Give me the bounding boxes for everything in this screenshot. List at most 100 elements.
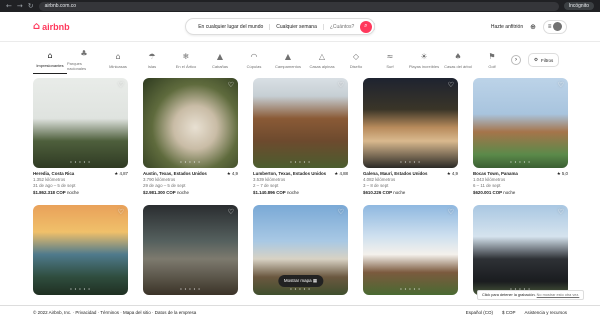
listing-price: $610.226 COP noche <box>363 190 458 196</box>
listing-photo[interactable]: ♡ • • • • • <box>143 204 238 295</box>
category-treehouse[interactable]: ♠ Casas del árbol <box>441 46 475 74</box>
footer-links[interactable]: © 2022 Airbnb, Inc. · Privacidad · Térmi… <box>33 310 196 315</box>
incognito-badge[interactable]: Incógnito <box>563 2 594 10</box>
price-unit: noche <box>393 189 406 195</box>
heart-icon[interactable]: ♡ <box>228 208 234 216</box>
heart-icon[interactable]: ♡ <box>558 81 564 89</box>
heart-icon[interactable]: ♡ <box>338 81 344 89</box>
heart-icon[interactable]: ♡ <box>448 81 454 89</box>
listing-card[interactable]: ♡ • • • • • <box>33 204 128 295</box>
support-link[interactable]: Asistencia y recursos <box>524 310 567 315</box>
show-map-button[interactable]: Mostrar mapa ▦ <box>277 274 324 287</box>
category-dome[interactable]: ◠ Cúpulas <box>237 46 271 74</box>
listing-card[interactable]: ♡ • • • • • Galena, Maurí, Estados Unidos ★… <box>363 78 458 196</box>
design-icon: ◇ <box>352 51 360 61</box>
tree-icon: ♣ <box>80 49 88 58</box>
category-tent[interactable]: ▲ Campamentos <box>271 46 305 74</box>
star-icon: ★ <box>446 171 451 176</box>
category-label: Minicasas <box>109 63 127 69</box>
language-selector[interactable]: Español (CO) <box>466 310 493 315</box>
category-label: Islas <box>147 63 157 69</box>
category-beach[interactable]: ☀ Playas increíbles <box>407 46 441 74</box>
listing-card[interactable]: ♡ • • • • • <box>143 204 238 295</box>
host-link[interactable]: Hazte anfitrión <box>491 24 523 30</box>
map-icon: ▦ <box>312 277 318 283</box>
search-week[interactable]: Cualquier semana <box>270 23 324 30</box>
star-icon: ★ <box>114 171 119 176</box>
price-unit: noche <box>176 189 189 195</box>
category-golf[interactable]: ⚑ Golf <box>475 46 509 74</box>
carousel-dots: • • • • • <box>180 285 201 291</box>
search-guests[interactable]: ¿Cuántos? <box>324 24 360 30</box>
listing-photo[interactable]: ♡ • • • • • <box>33 78 128 168</box>
currency-selector[interactable]: $ COP <box>502 310 516 315</box>
listing-photo[interactable]: ♡ • • • • • <box>33 204 128 295</box>
category-snowflake[interactable]: ❄ En el Ártico <box>169 46 203 74</box>
tiny-home-icon: ⌂ <box>115 51 121 61</box>
cabin-icon: ▲ <box>216 51 224 61</box>
listing-card[interactable]: ♡ • • • • • <box>473 204 568 295</box>
airbnb-logo[interactable]: ⌂ airbnb <box>33 21 70 32</box>
heart-icon[interactable]: ♡ <box>228 81 234 89</box>
listing-photo[interactable]: ♡ • • • • • <box>473 204 568 295</box>
category-island[interactable]: ☂ Islas <box>135 46 169 74</box>
category-surf[interactable]: ≈ Surf <box>373 46 407 74</box>
browser-chrome: ← → ↻ airbnb.com.co Incógnito <box>0 0 600 12</box>
category-pool[interactable]: ⌂ Impresionantes <box>33 46 67 74</box>
recording-tooltip: Click para detener la grabación. No most… <box>477 290 585 300</box>
user-menu-button[interactable]: ≡ <box>542 19 567 34</box>
back-icon[interactable]: ← <box>6 2 12 10</box>
search-button[interactable]: ⌕ <box>360 20 375 33</box>
category-label: Cabañas <box>211 63 228 69</box>
category-tree[interactable]: ♣ Parques nacionales <box>67 46 101 74</box>
tooltip-link[interactable]: No mostrar esto otra vez. <box>537 293 580 297</box>
treehouse-icon: ♠ <box>454 51 462 61</box>
price-value: $620.001 COP <box>473 189 503 195</box>
heart-icon[interactable]: ♡ <box>118 81 124 89</box>
listing-photo[interactable]: ♡ • • • • • <box>473 78 568 168</box>
listing-info: Bocas Town, Panama ★ 5,0 1.043 kilómetros 6… <box>473 168 568 196</box>
category-design[interactable]: ◇ Diseño <box>339 46 373 74</box>
forward-icon[interactable]: → <box>17 2 23 10</box>
price-unit: noche <box>503 189 516 195</box>
filters-button[interactable]: ⚙ Filtros <box>528 53 560 67</box>
category-tiny-home[interactable]: ⌂ Minicasas <box>101 46 135 74</box>
price-value: $1.140.896 COP <box>253 189 286 195</box>
search-bar[interactable]: En cualquier lugar del mundo Cualquier s… <box>185 18 376 35</box>
tent-icon: ▲ <box>284 51 292 61</box>
heart-icon[interactable]: ♡ <box>118 208 124 216</box>
snowflake-icon: ❄ <box>182 51 190 61</box>
rating-value: 4,9 <box>451 171 458 176</box>
heart-icon[interactable]: ♡ <box>338 208 344 216</box>
listing-card[interactable]: ♡ • • • • • Lumberton, Texas, Estados Unid… <box>253 78 348 196</box>
listing-photo[interactable]: ♡ • • • • • <box>363 204 458 295</box>
site-header: ⌂ airbnb En cualquier lugar del mundo Cu… <box>0 12 600 42</box>
show-map-label: Mostrar mapa <box>283 277 312 283</box>
listing-card[interactable]: ♡ • • • • • <box>363 204 458 295</box>
category-label: Surf <box>386 63 394 69</box>
heart-icon[interactable]: ♡ <box>448 208 454 216</box>
address-bar[interactable]: airbnb.com.co <box>38 1 559 11</box>
search-location[interactable]: En cualquier lugar del mundo <box>192 23 271 30</box>
listing-card[interactable]: ♡ • • • • • Heredia, Costa Rica ★ 4,87 1.352… <box>33 78 128 196</box>
listing-photo[interactable]: ♡ • • • • • <box>253 78 348 168</box>
listing-rating: ★ 4,9 <box>447 171 458 177</box>
carousel-dots: • • • • • <box>290 159 311 164</box>
a-frame-icon: △ <box>318 51 326 61</box>
category-label: Playas increíbles <box>408 63 440 69</box>
globe-icon[interactable]: ⊕ <box>530 23 536 31</box>
category-a-frame[interactable]: △ Casas alpinas <box>305 46 339 74</box>
category-next-button[interactable]: › <box>511 55 521 65</box>
star-icon: ★ <box>226 171 231 176</box>
reload-icon[interactable]: ↻ <box>28 2 34 10</box>
category-label: Impresionantes <box>36 63 64 68</box>
listing-photo[interactable]: ♡ • • • • • <box>143 78 238 168</box>
listing-photo[interactable]: ♡ • • • • • <box>363 78 458 168</box>
listing-card[interactable]: ♡ • • • • • Bocas Town, Panama ★ 5,0 1.043 k… <box>473 78 568 196</box>
heart-icon[interactable]: ♡ <box>558 208 564 216</box>
listing-card[interactable]: ♡ • • • • • Mostrar mapa ▦ <box>253 204 348 295</box>
listing-card[interactable]: ♡ • • • • • Austin, Texas, Estados Unidos ★… <box>143 78 238 196</box>
category-cabin[interactable]: ▲ Cabañas <box>203 46 237 74</box>
listing-photo[interactable]: ♡ • • • • • Mostrar mapa ▦ <box>253 204 348 295</box>
listings-grid: ♡ • • • • • Heredia, Costa Rica ★ 4,87 1.352… <box>33 78 568 295</box>
